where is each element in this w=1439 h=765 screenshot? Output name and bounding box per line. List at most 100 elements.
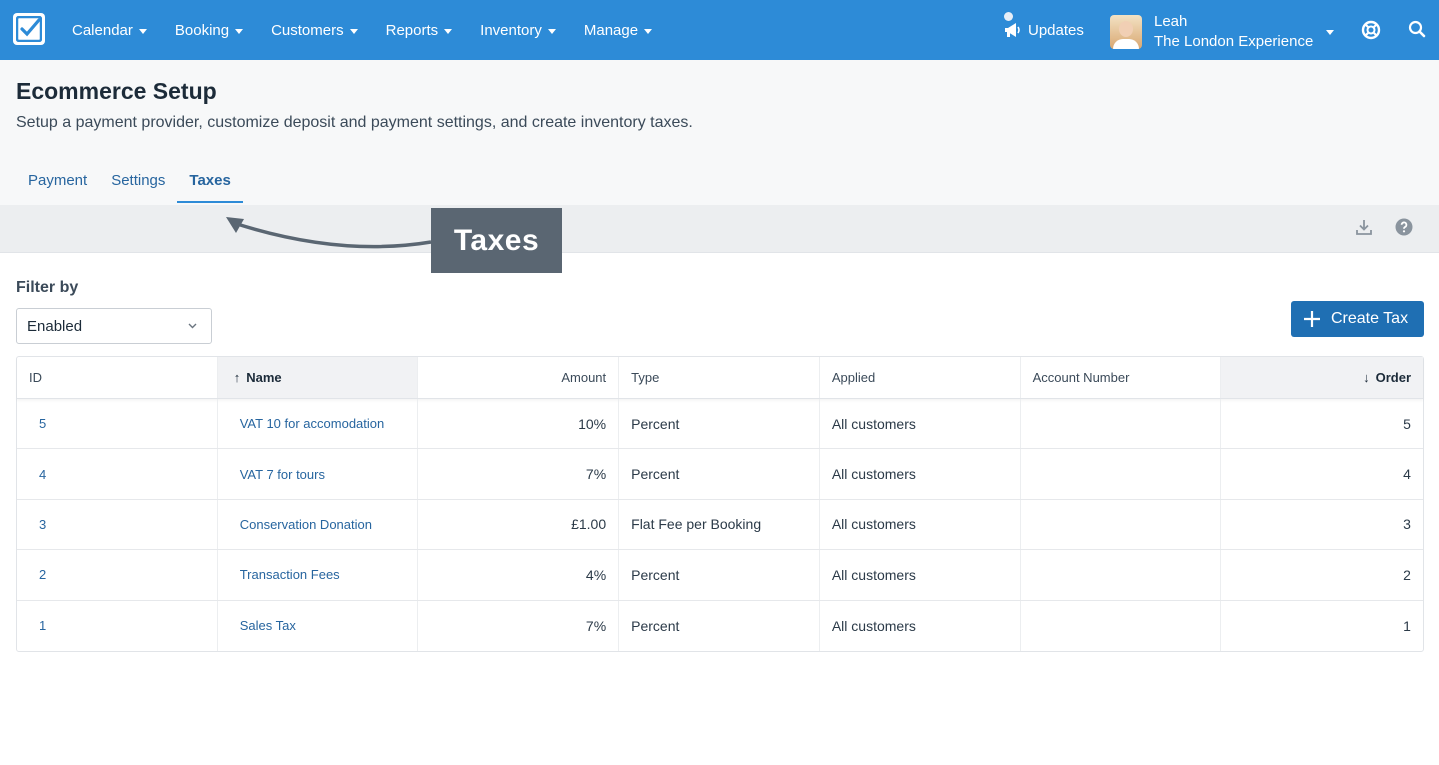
row-id-link[interactable]: 3 [39,517,46,532]
row-type: Percent [619,600,820,651]
column-header-type[interactable]: Type [619,357,820,398]
top-navbar: Calendar Booking Customers Reports Inven… [0,0,1439,60]
page-subtitle: Setup a payment provider, customize depo… [16,114,693,131]
main-nav: Calendar Booking Customers Reports Inven… [58,0,666,60]
column-header-order[interactable]: ↓ Order [1221,357,1424,398]
caret-down-icon [349,28,358,34]
updates-label: Updates [1028,21,1084,39]
nav-reports-label: Reports [385,21,439,39]
app-logo-checkbox-icon[interactable] [13,13,45,45]
column-header-order-label: Order [1375,370,1412,385]
updates-button[interactable]: Updates [1004,10,1084,50]
user-organization: The London Experience [1154,33,1314,50]
column-header-name-label: Name [246,370,282,385]
row-applied: All customers [820,399,1021,449]
column-header-applied[interactable]: Applied [820,357,1021,398]
row-type: Flat Fee per Booking [619,499,820,550]
user-menu[interactable]: Leah The London Experience [1110,12,1334,52]
table-header: ID ↑ Name Amount Type Applied Account Num… [17,357,1424,399]
table-row: 5 VAT 10 for accomodation 10% Percent Al… [17,399,1423,450]
column-header-name[interactable]: ↑ Name [217,357,419,398]
page-title: Ecommerce Setup [16,78,217,104]
row-applied: All customers [820,600,1021,651]
nav-calendar[interactable]: Calendar [58,22,161,39]
nav-customers-label: Customers [271,21,344,39]
plus-icon [1304,311,1320,327]
filter-label: Filter by [16,279,79,296]
annotation-arrow-icon [226,217,432,249]
row-id-link[interactable]: 5 [39,416,46,431]
row-id-link[interactable]: 2 [39,567,46,582]
row-type: Percent [619,449,820,499]
table-row: 4 VAT 7 for tours 7% Percent All custome… [17,449,1423,500]
column-header-amount[interactable]: Amount [418,357,620,398]
create-tax-label: Create Tax [1331,310,1409,327]
tab-payment[interactable]: Payment [16,164,99,203]
table-row: 2 Transaction Fees 4% Percent All custom… [17,550,1423,601]
nav-booking[interactable]: Booking [161,22,257,39]
row-account-number [1021,449,1222,499]
table-row: 1 Sales Tax 7% Percent All customers 1 [17,600,1423,651]
row-account-number [1021,550,1222,600]
row-amount: £1.00 [418,499,620,550]
column-header-id[interactable]: ID [17,357,218,398]
tab-settings[interactable]: Settings [99,164,177,203]
row-name-link[interactable]: Conservation Donation [240,517,372,532]
row-name-link[interactable]: VAT 10 for accomodation [240,416,385,431]
nav-manage[interactable]: Manage [570,22,666,39]
row-account-number [1021,499,1222,550]
row-id-link[interactable]: 1 [39,618,46,633]
row-type: Percent [619,399,820,449]
user-name: Leah [1154,13,1188,30]
row-order: 3 [1403,516,1411,533]
chevron-down-icon [188,323,197,329]
avatar [1110,15,1142,49]
taxes-table: ID ↑ Name Amount Type Applied Account Num… [16,356,1424,652]
nav-customers[interactable]: Customers [257,22,372,39]
sort-descending-icon: ↓ [1363,370,1370,385]
row-amount: 7% [418,600,620,651]
table-row: 3 Conservation Donation £1.00 Flat Fee p… [17,499,1423,551]
nav-manage-label: Manage [583,21,639,39]
filter-select[interactable]: Enabled [16,308,212,344]
nav-calendar-label: Calendar [72,21,133,39]
row-applied: All customers [820,449,1021,499]
download-icon[interactable] [1355,218,1373,236]
row-amount: 4% [418,550,620,600]
row-applied: All customers [820,550,1021,600]
caret-down-icon [547,28,556,34]
notification-dot-icon [1004,12,1013,21]
row-amount: 10% [418,399,620,449]
nav-reports[interactable]: Reports [372,22,467,39]
nav-booking-label: Booking [174,21,230,39]
row-account-number [1021,600,1222,651]
toolbar [0,205,1439,253]
megaphone-icon [1005,23,1020,37]
nav-inventory[interactable]: Inventory [466,22,570,39]
row-account-number [1021,399,1222,449]
annotation-callout: Taxes [431,208,562,273]
row-amount: 7% [418,449,620,499]
row-name-link[interactable]: Transaction Fees [240,567,340,582]
row-name-link[interactable]: Sales Tax [240,618,296,633]
create-tax-button[interactable]: Create Tax [1291,301,1424,337]
search-icon[interactable] [1408,20,1426,38]
lifebuoy-help-icon[interactable] [1361,20,1381,40]
row-order: 5 [1403,415,1411,432]
row-name-link[interactable]: VAT 7 for tours [240,467,325,482]
help-question-icon[interactable] [1395,218,1413,236]
tab-taxes[interactable]: Taxes [177,164,243,203]
row-id-link[interactable]: 4 [39,467,46,482]
filter-selected-value: Enabled [27,317,83,335]
caret-down-icon [644,28,653,34]
row-type: Percent [619,550,820,600]
chevron-down-icon [1326,30,1334,35]
caret-down-icon [444,28,453,34]
column-header-account-number[interactable]: Account Number [1021,357,1222,398]
row-order: 2 [1403,566,1411,583]
caret-down-icon [138,28,147,34]
caret-down-icon [235,28,244,34]
nav-inventory-label: Inventory [480,21,542,39]
row-order: 1 [1403,617,1411,634]
row-applied: All customers [820,499,1021,550]
